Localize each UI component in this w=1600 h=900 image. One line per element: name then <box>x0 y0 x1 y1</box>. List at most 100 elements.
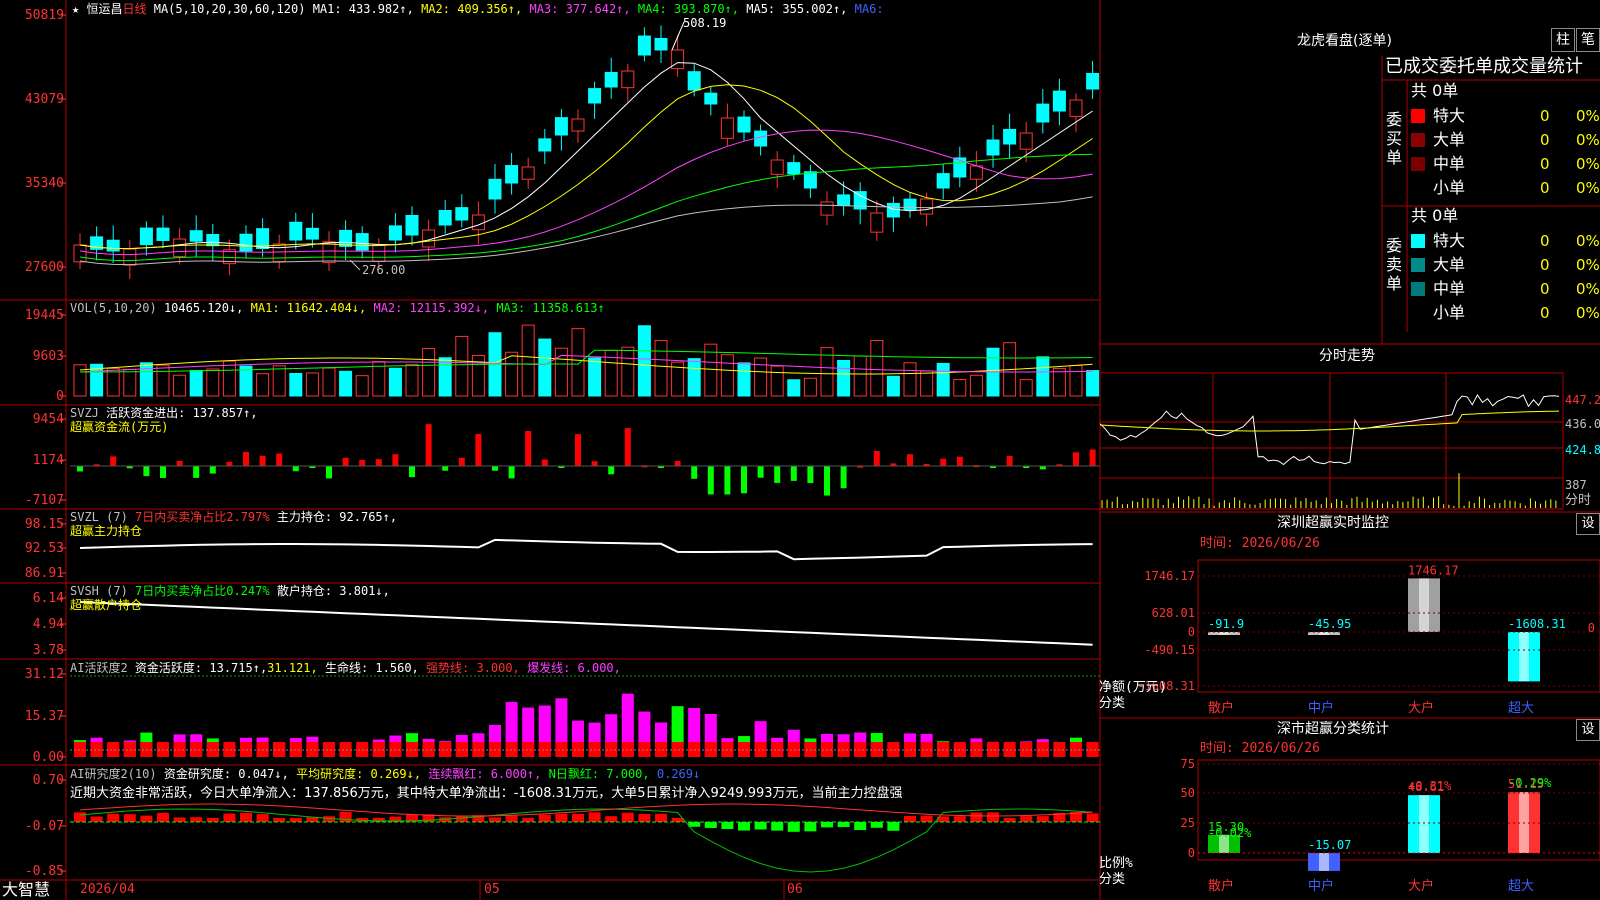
buy-row-pct: 0% <box>1576 179 1600 197</box>
brand-logo[interactable]: 大智慧 <box>2 880 50 900</box>
activity-base-bar <box>223 742 236 757</box>
svzl-axis-label: 98.15 <box>24 517 64 532</box>
tick-mode-button[interactable]: 笔 <box>1576 28 1600 52</box>
volume-bar <box>770 365 784 397</box>
activity-base-bar <box>339 742 352 757</box>
fund-flow-bar <box>591 461 598 466</box>
candle-body <box>73 244 87 263</box>
ai1-header: AI活跃度2 资金活跃度: 13.715↑,31.121, 生命线: 1.560… <box>70 661 621 675</box>
candle-body <box>189 230 203 242</box>
research-bar <box>273 817 286 822</box>
activity-base-bar <box>422 742 435 757</box>
research-bar <box>588 812 601 822</box>
chart-category-label: 中户 <box>1308 878 1334 894</box>
ai2-axis-label: -0.85 <box>24 864 64 879</box>
monitor-side-label2: 分类 <box>1099 696 1126 711</box>
candle-body <box>1019 132 1033 150</box>
activity-base-bar <box>538 742 551 757</box>
fund-flow-bar <box>160 466 166 478</box>
stats-title: 深市超赢分类统计 <box>1277 721 1389 737</box>
activity-base-bar <box>555 742 568 757</box>
intraday-title: 分时走势 <box>1319 348 1375 364</box>
buy-row-name: 小单 <box>1433 178 1466 197</box>
volume-bar <box>239 365 253 397</box>
research-bar <box>754 822 767 830</box>
sell-row-count: 0 <box>1540 280 1550 298</box>
research-bar <box>887 822 900 831</box>
candle-body <box>405 214 419 236</box>
fund-flow-bar <box>425 424 432 466</box>
ma4-value: MA4: 393.870↑, <box>637 2 740 16</box>
ai2-res: 资金研究度: 0.047↓, <box>163 767 289 781</box>
ai2-header: AI研究度2(10) 资金研究度: 0.047↓, 平均研究度: 0.269↓,… <box>70 767 700 781</box>
svzj-axis-label: 1174 <box>32 453 64 468</box>
fund-flow-bar <box>508 466 515 479</box>
research-bar <box>970 812 983 822</box>
bar-mode-button[interactable]: 柱 <box>1551 28 1575 52</box>
sell-row-pct: 0% <box>1576 232 1600 250</box>
candle-body <box>920 198 934 215</box>
period-label[interactable]: 日线 <box>122 2 146 16</box>
candle-body <box>986 139 1000 156</box>
volume-bar <box>206 368 220 397</box>
candle-body <box>604 71 618 88</box>
research-bar <box>505 815 518 822</box>
candle-body <box>289 221 303 241</box>
candle-body <box>588 88 602 104</box>
ma3-value: MA3: 377.642↑, <box>529 2 631 16</box>
intraday-axis-label: 424.8 <box>1565 443 1600 457</box>
candle-body <box>156 227 170 241</box>
intraday-axis-label: 436.0 <box>1565 417 1600 431</box>
volume-bar <box>222 360 236 397</box>
chart-bar-highlight <box>1419 578 1429 632</box>
intraday-vol-label: 387 <box>1565 478 1587 492</box>
chart-category-label: 大户 <box>1408 878 1434 894</box>
ai2-avg: 平均研究度: 0.269↓, <box>296 767 422 781</box>
candle-body <box>571 118 585 132</box>
fund-flow-bar <box>757 466 764 478</box>
buy-color-swatch <box>1411 181 1425 195</box>
candle-body <box>123 248 137 266</box>
ma-title: MA(5,10,20,30,60,120) <box>153 2 306 16</box>
research-bar <box>621 812 634 822</box>
research-bar <box>920 815 933 822</box>
dragon-tab[interactable]: 已成交委托单成交量统计 <box>1385 56 1600 78</box>
buy-row-pct: 0% <box>1576 155 1600 173</box>
candle-body <box>1052 90 1066 112</box>
star-icon[interactable]: ★ <box>72 2 79 16</box>
candle-body <box>505 165 519 184</box>
stats-settings-button[interactable]: 设 <box>1576 719 1600 741</box>
fund-flow-bar <box>790 466 797 481</box>
volume-bar <box>322 367 336 397</box>
research-bar <box>206 817 219 822</box>
candle-body <box>1069 99 1083 117</box>
monitor-settings-button[interactable]: 设 <box>1576 513 1600 535</box>
volume-bar <box>920 370 934 397</box>
candle-body <box>1003 128 1017 145</box>
chart-bar-highlight <box>1319 853 1329 871</box>
chart-change-label: -0.29% <box>1508 776 1552 790</box>
chart-y-tick: 0 <box>1188 846 1195 860</box>
buy-row-count: 0 <box>1540 107 1550 125</box>
research-bar <box>74 812 86 822</box>
fund-flow-bar <box>624 428 631 466</box>
volume-bar <box>173 374 187 397</box>
candle-body <box>704 92 718 105</box>
svzl-hold: 主力持仓: 92.765↑, <box>276 510 398 524</box>
chart-y-tick: 1746.17 <box>1144 569 1195 583</box>
volume-bar <box>853 355 867 397</box>
candle-body <box>438 209 452 226</box>
volume-bar <box>1086 370 1100 397</box>
svzl-axis-label: 86.91 <box>24 566 64 581</box>
research-bar <box>1036 816 1049 822</box>
research-bar <box>339 812 352 822</box>
fund-flow-bar <box>956 456 963 466</box>
volume-bar <box>870 339 884 397</box>
buy-row-name: 中单 <box>1433 154 1466 173</box>
ai2-axis-label: 0.70 <box>32 773 64 788</box>
svsh-header: SVSH (7) 7日内买卖净占比0.247% 散户持仓: 3.801↓, <box>70 584 390 598</box>
activity-base-bar <box>90 742 103 757</box>
research-bar <box>904 815 916 822</box>
chart-header: ★ 恒运昌日线 MA(5,10,20,30,60,120) MA1: 433.9… <box>72 2 884 16</box>
candle-body <box>521 166 535 180</box>
